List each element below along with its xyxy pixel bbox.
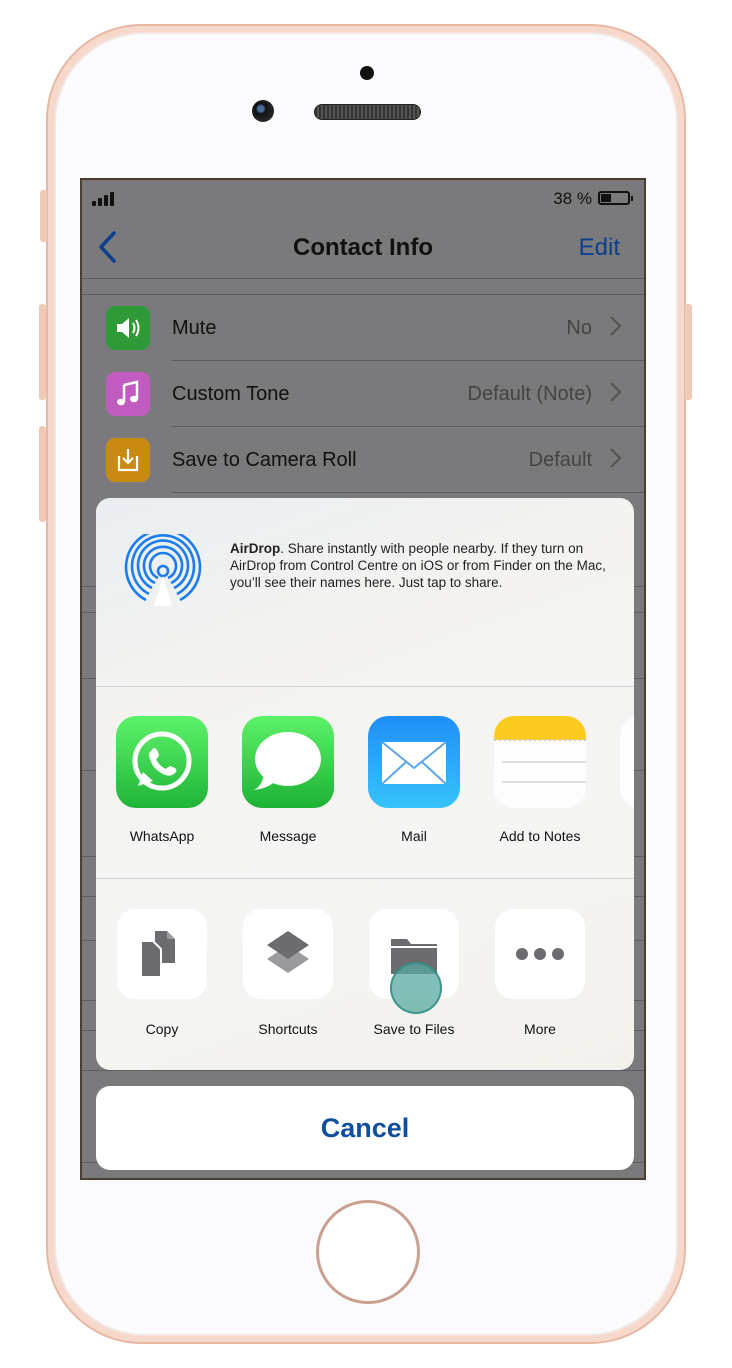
copy-icon: [117, 909, 207, 999]
battery-icon: [598, 191, 633, 205]
row-divider: [172, 492, 644, 493]
app-label: Mail: [401, 828, 427, 844]
share-app-notes[interactable]: Add to Notes: [480, 716, 600, 844]
app-label: Add to Notes: [499, 828, 581, 844]
setting-value: Default (Note): [467, 383, 593, 405]
settings-list: Mute No Custom Tone Default (Note) Save …: [82, 294, 644, 493]
airdrop-description: AirDrop. Share instantly with people nea…: [230, 540, 610, 591]
setting-label: Custom Tone: [172, 383, 290, 405]
message-icon: [242, 716, 334, 808]
action-copy[interactable]: Copy: [102, 909, 222, 1037]
app-label: Message: [259, 828, 317, 844]
side-button-power: [685, 304, 692, 400]
airdrop-icon[interactable]: [124, 528, 202, 612]
speaker-icon: [106, 306, 150, 350]
chevron-right-icon: [608, 379, 622, 410]
setting-row-custom-tone[interactable]: Custom Tone Default (Note): [82, 361, 644, 427]
screen: 38 % Contact Info Edit Mute No Custom To…: [80, 178, 646, 1180]
action-label: Shortcuts: [258, 1021, 318, 1037]
share-actions-row: Copy Shortcuts Save to Files More: [96, 878, 634, 1070]
side-button-silent: [40, 190, 47, 242]
action-more[interactable]: More: [480, 909, 600, 1037]
share-apps-row: WhatsApp Message Mail Add to Notes: [96, 686, 634, 879]
more-icon: [495, 909, 585, 999]
battery-percentage: 38 %: [553, 189, 592, 208]
status-bar: 38 %: [82, 180, 644, 220]
setting-row-mute[interactable]: Mute No: [82, 295, 644, 361]
action-label: Copy: [145, 1021, 179, 1037]
side-button-volume-down: [39, 426, 46, 522]
chevron-right-icon: [608, 445, 622, 476]
music-note-icon: [106, 372, 150, 416]
airdrop-title: AirDrop: [230, 541, 281, 556]
side-button-volume-up: [39, 304, 46, 400]
action-label: More: [524, 1021, 556, 1037]
battery-level: [601, 194, 611, 202]
navigation-bar: Contact Info Edit: [82, 220, 644, 279]
download-icon: [106, 438, 150, 482]
signal-icon: [92, 192, 114, 206]
setting-label: Save to Camera Roll: [172, 449, 357, 471]
setting-value: Default: [528, 449, 592, 471]
setting-row-save-to-camera-roll[interactable]: Save to Camera Roll Default: [82, 427, 644, 493]
setting-value: No: [566, 317, 592, 339]
airdrop-section: AirDrop. Share instantly with people nea…: [96, 498, 634, 687]
shortcuts-icon: [243, 909, 333, 999]
edit-button[interactable]: Edit: [579, 234, 620, 262]
setting-label: Mute: [172, 317, 217, 339]
mail-icon: [368, 716, 460, 808]
chevron-right-icon: [608, 313, 622, 344]
share-sheet: AirDrop. Share instantly with people nea…: [96, 498, 634, 1070]
action-label: Save to Files: [373, 1021, 455, 1037]
airdrop-text: . Share instantly with people nearby. If…: [230, 541, 606, 590]
home-button[interactable]: [316, 1200, 420, 1304]
action-shortcuts[interactable]: Shortcuts: [228, 909, 348, 1037]
whatsapp-icon: [116, 716, 208, 808]
share-app-whatsapp[interactable]: WhatsApp: [102, 716, 222, 844]
notes-icon: [494, 716, 586, 808]
front-camera: [252, 100, 274, 122]
touch-indicator: [390, 962, 442, 1014]
page-title: Contact Info: [293, 234, 433, 261]
cancel-button[interactable]: Cancel: [96, 1086, 634, 1170]
share-app-mail[interactable]: Mail: [354, 716, 474, 844]
share-app-message[interactable]: Message: [228, 716, 348, 844]
earpiece-speaker: [314, 104, 421, 120]
proximity-sensor: [360, 66, 374, 80]
share-app-partial[interactable]: [620, 716, 634, 808]
app-label: WhatsApp: [129, 828, 195, 844]
